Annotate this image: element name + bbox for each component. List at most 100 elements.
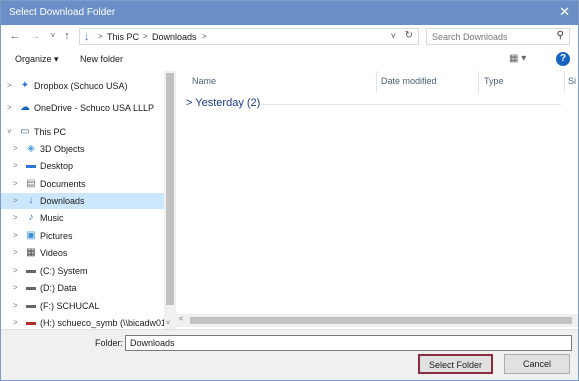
refresh-icon[interactable]: ↻	[405, 30, 413, 41]
close-icon[interactable]: ✕	[559, 4, 570, 20]
scroll-left-icon[interactable]: <	[179, 316, 183, 323]
sidebar-item-label: Downloads	[40, 196, 85, 206]
dropbox-icon: ✦	[20, 80, 30, 91]
sidebar-item-downloads[interactable]: > ↓ Downloads	[1, 193, 164, 209]
organize-button[interactable]: Organize ▾	[15, 54, 59, 65]
sidebar-item-f-drive[interactable]: > ▬ (F:) SCHUCAL	[1, 298, 164, 314]
music-icon: ♪	[28, 212, 34, 223]
file-list: Name Date modified Type Si > Yesterday (…	[176, 71, 578, 329]
expand-arrow-icon[interactable]: >	[13, 231, 18, 240]
navigation-bar: ← → ˅ ↑ ↓ > This PC > Downloads > ˅ ↻ Se…	[1, 25, 578, 48]
sidebar-item-documents[interactable]: > ▤ Documents	[1, 176, 164, 192]
column-header-size[interactable]: Si	[568, 76, 576, 86]
expand-arrow-icon[interactable]: >	[13, 318, 18, 327]
group-divider	[261, 104, 561, 105]
sidebar-item-this-pc[interactable]: ˅ ▭ This PC	[1, 124, 164, 140]
search-icon: ⚲	[556, 30, 564, 41]
group-label: Yesterday (2)	[195, 97, 261, 109]
title-bar: Select Download Folder ✕	[1, 1, 578, 25]
sidebar-item-onedrive[interactable]: > ☁ OneDrive - Schuco USA LLLP	[1, 100, 164, 116]
chevron-right-icon: >	[186, 97, 193, 109]
expand-arrow-icon[interactable]: >	[13, 266, 18, 275]
navigation-pane: > ✦ Dropbox (Schuco USA) > ☁ OneDrive - …	[1, 71, 164, 329]
drive-icon: ▬	[26, 300, 36, 311]
sidebar-item-3d-objects[interactable]: > ◈ 3D Objects	[1, 141, 164, 157]
help-icon[interactable]: ?	[556, 52, 570, 66]
toolbar: Organize ▾ New folder ▦ ▾ ?	[1, 49, 578, 71]
search-box[interactable]: Search Downloads ⚲	[426, 28, 570, 45]
collapse-arrow-icon[interactable]: ˅	[7, 127, 12, 136]
expand-arrow-icon[interactable]: >	[13, 196, 18, 205]
sidebar-item-music[interactable]: > ♪ Music	[1, 210, 164, 226]
scroll-down-icon[interactable]: ˅	[166, 320, 170, 327]
sidebar-item-d-drive[interactable]: > ▬ (D:) Data	[1, 280, 164, 296]
downloads-icon: ↓	[28, 195, 34, 206]
sidebar-item-label: Dropbox (Schuco USA)	[34, 81, 128, 91]
sidebar-item-videos[interactable]: > ▦ Videos	[1, 245, 164, 261]
breadcrumb-downloads[interactable]: Downloads	[152, 32, 197, 42]
expand-arrow-icon[interactable]: >	[13, 248, 18, 257]
scrollbar-thumb[interactable]	[166, 73, 174, 305]
column-divider[interactable]	[478, 71, 479, 93]
network-drive-icon: ▬	[26, 317, 36, 328]
expand-arrow-icon[interactable]: >	[7, 81, 12, 90]
sidebar-item-label: (H:) schueco_symb (\\bicadw01.	[40, 318, 164, 328]
breadcrumb-this-pc[interactable]: This PC	[107, 32, 139, 42]
expand-arrow-icon[interactable]: >	[13, 213, 18, 222]
expand-arrow-icon[interactable]: >	[13, 144, 18, 153]
sidebar-item-pictures[interactable]: > ▣ Pictures	[1, 228, 164, 244]
column-divider[interactable]	[376, 71, 377, 93]
sidebar-item-dropbox[interactable]: > ✦ Dropbox (Schuco USA)	[1, 78, 164, 94]
horizontal-scrollbar[interactable]: <	[176, 314, 578, 327]
drive-icon: ▬	[26, 265, 36, 276]
drive-icon: ▬	[26, 282, 36, 293]
column-divider[interactable]	[564, 71, 565, 93]
select-folder-dialog: Select Download Folder ✕ ← → ˅ ↑ ↓ > Thi…	[0, 0, 579, 381]
column-header-name[interactable]: Name	[192, 76, 216, 86]
computer-icon: ▭	[20, 126, 30, 137]
sidebar-item-label: (F:) SCHUCAL	[40, 301, 100, 311]
folder-field[interactable]	[125, 335, 572, 351]
documents-icon: ▤	[26, 178, 36, 189]
expand-arrow-icon[interactable]: >	[13, 301, 18, 310]
address-bar[interactable]: ↓ > This PC > Downloads > ˅ ↻	[79, 28, 419, 45]
change-view-icon[interactable]: ▦ ▾	[509, 53, 526, 64]
new-folder-button[interactable]: New folder	[80, 54, 123, 64]
window-title: Select Download Folder	[9, 7, 116, 18]
cancel-button[interactable]: Cancel	[504, 354, 570, 374]
sidebar-item-label: (C:) System	[40, 266, 88, 276]
column-header-type[interactable]: Type	[484, 76, 504, 86]
sidebar-item-label: Pictures	[40, 231, 73, 241]
sidebar-item-label: (D:) Data	[40, 283, 77, 293]
expand-arrow-icon[interactable]: >	[13, 161, 18, 170]
expand-arrow-icon[interactable]: >	[13, 283, 18, 292]
scrollbar-thumb[interactable]	[190, 317, 572, 324]
downloads-icon: ↓	[84, 31, 90, 43]
group-header-yesterday[interactable]: > Yesterday (2)	[186, 97, 260, 109]
expand-arrow-icon[interactable]: >	[13, 179, 18, 188]
up-arrow-icon[interactable]: ↑	[61, 29, 73, 43]
sidebar-item-h-drive[interactable]: > ▬ (H:) schueco_symb (\\bicadw01.	[1, 315, 164, 329]
breadcrumb-separator: >	[143, 32, 148, 41]
breadcrumb-separator: >	[98, 32, 103, 41]
expand-arrow-icon[interactable]: >	[7, 103, 12, 112]
sidebar-item-label: Music	[40, 213, 64, 223]
desktop-icon: ▬	[26, 160, 36, 171]
select-folder-button[interactable]: Select Folder	[418, 354, 493, 374]
search-placeholder[interactable]: Search Downloads	[432, 32, 508, 42]
sidebar-item-label: Documents	[40, 179, 86, 189]
sidebar-item-c-drive[interactable]: > ▬ (C:) System	[1, 263, 164, 279]
sidebar-item-label: Desktop	[40, 161, 74, 171]
column-header-date-modified[interactable]: Date modified	[381, 76, 437, 86]
vertical-scrollbar[interactable]: ˅	[164, 71, 176, 329]
sidebar-item-label: 3D Objects	[40, 144, 85, 154]
sidebar-item-desktop[interactable]: > ▬ Desktop	[1, 158, 164, 174]
sidebar-item-label: This PC	[34, 127, 67, 137]
forward-arrow-icon[interactable]: →	[29, 29, 41, 43]
back-arrow-icon[interactable]: ←	[9, 29, 21, 43]
breadcrumb-separator: >	[202, 32, 207, 41]
recent-locations-icon[interactable]: ˅	[47, 29, 59, 43]
dialog-footer: Folder: Select Folder Cancel	[1, 329, 578, 380]
chevron-down-icon[interactable]: ˅	[391, 31, 396, 41]
sidebar-item-label: Videos	[40, 248, 68, 258]
